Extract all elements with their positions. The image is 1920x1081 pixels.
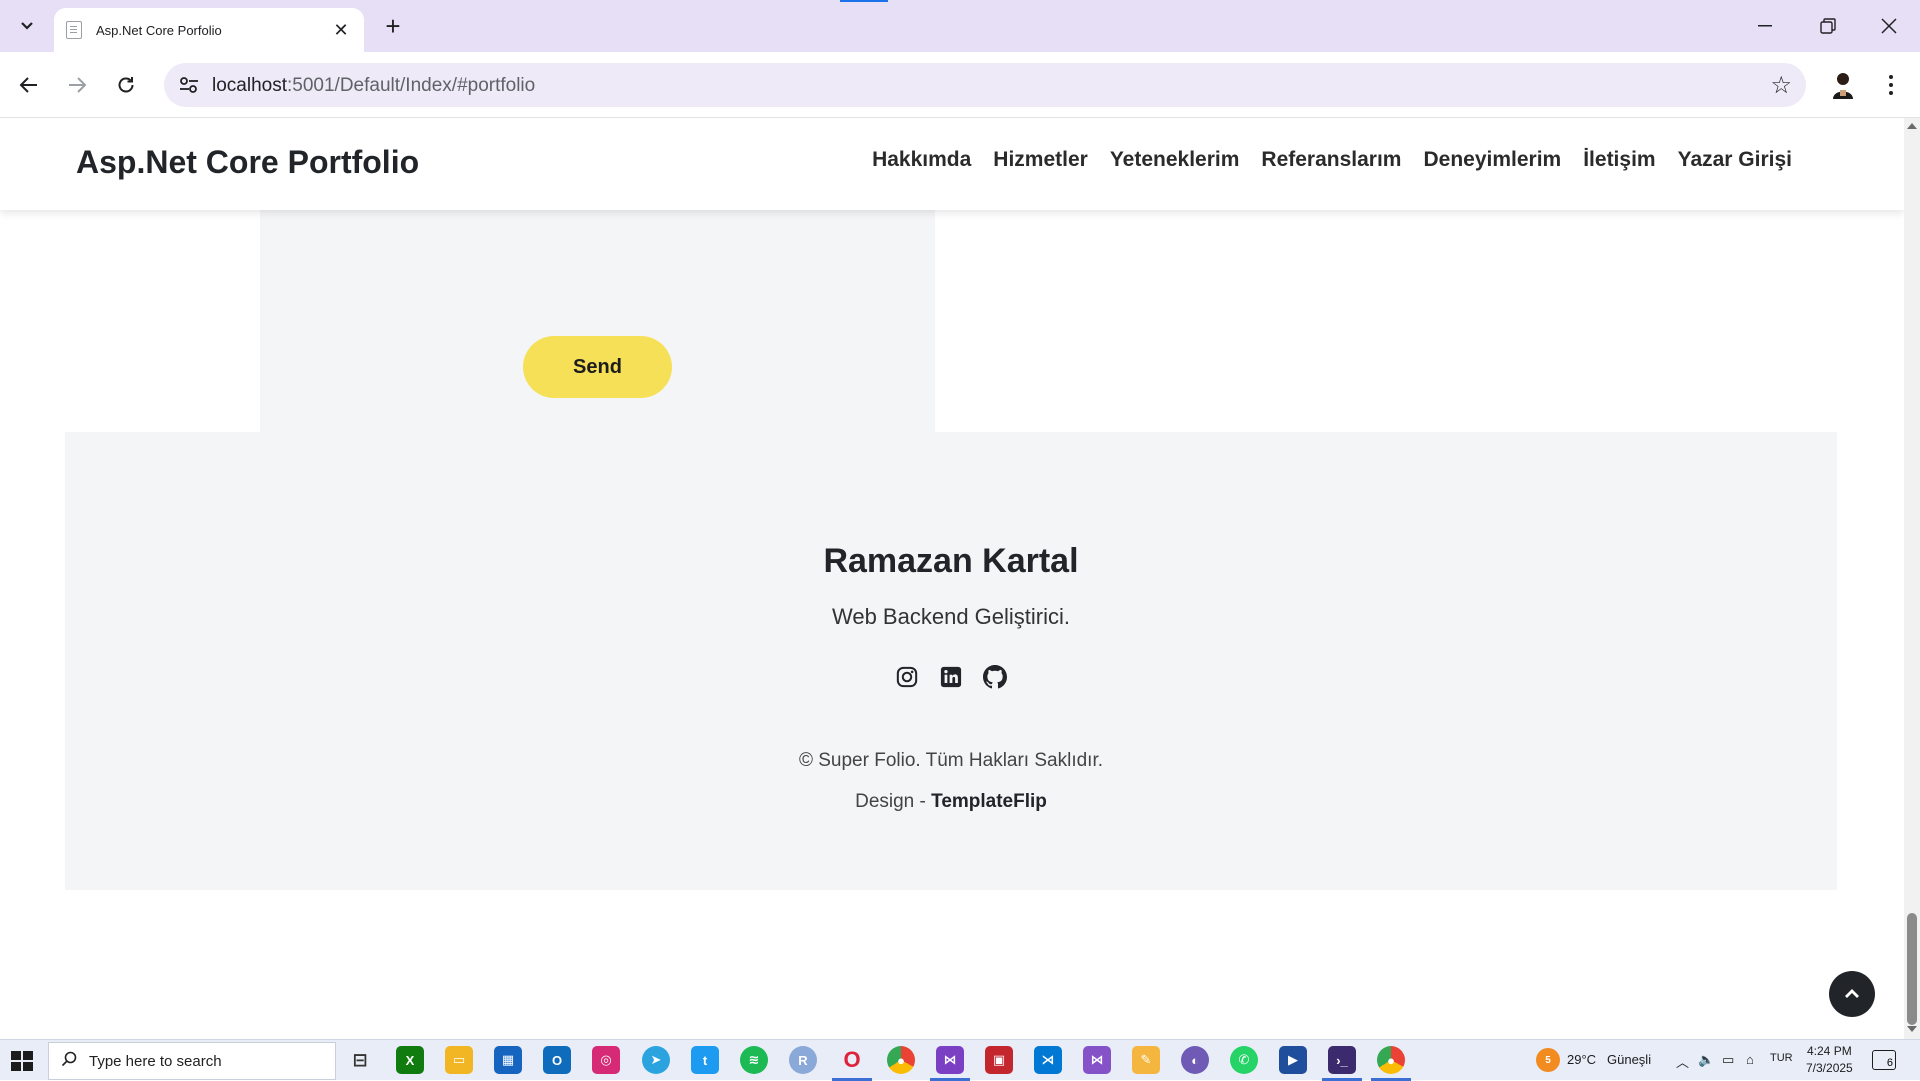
weather-temp[interactable]: 29°C [1567, 1052, 1596, 1067]
whatsapp-icon[interactable]: ✆ [1230, 1046, 1258, 1074]
tab-indicator [840, 0, 888, 2]
tab-search-button[interactable] [10, 9, 44, 43]
windows-start-icon[interactable] [8, 1048, 36, 1074]
twitter-icon[interactable]: t [691, 1046, 719, 1074]
restore-button[interactable] [1805, 8, 1851, 44]
nav-link-yazar-girisi[interactable]: Yazar Girişi [1678, 148, 1792, 172]
social-links [65, 664, 1837, 690]
vscode-icon[interactable]: ⋊ [1034, 1046, 1062, 1074]
footer-copyright: © Super Folio. Tüm Hakları Saklıdır. [798, 750, 1104, 771]
instagram-app-icon[interactable]: ◎ [592, 1046, 620, 1074]
visual-studio-2-icon[interactable]: ⋈ [1083, 1046, 1111, 1074]
footer-credit: Design - TemplateFlip [65, 791, 1837, 813]
xbox-icon[interactable]: X [396, 1046, 424, 1074]
notifications-icon[interactable]: 6 [1872, 1050, 1896, 1070]
scrollbar-thumb[interactable] [1907, 913, 1917, 1025]
profile-avatar[interactable] [1826, 68, 1860, 102]
url-path: :5001/Default/Index/#portfolio [287, 75, 536, 96]
microsoft-store-icon[interactable]: ▦ [494, 1046, 522, 1074]
nav-link-iletisim[interactable]: İletişim [1583, 148, 1655, 172]
telegram-icon[interactable]: ➤ [642, 1046, 670, 1074]
scroll-to-top-button[interactable] [1829, 971, 1875, 1017]
sql-server-icon[interactable]: ▣ [985, 1046, 1013, 1074]
search-placeholder: Type here to search [89, 1052, 222, 1070]
weather-sun-icon[interactable]: 5 [1536, 1048, 1560, 1072]
browser-tabbar: Asp.Net Core Porfolio ✕ + [0, 0, 1920, 52]
address-bar[interactable]: localhost:5001/Default/Index/#portfolio … [164, 63, 1806, 107]
nav-link-hakkimda[interactable]: Hakkımda [872, 148, 971, 172]
weather-text[interactable]: Güneşli [1607, 1052, 1651, 1067]
nav-link-yeteneklerim[interactable]: Yeteneklerim [1110, 148, 1240, 172]
chrome-icon[interactable]: ● [887, 1046, 915, 1074]
minimize-button[interactable] [1742, 8, 1788, 44]
close-tab-icon[interactable]: ✕ [330, 20, 352, 41]
weather-badge: 5 [1545, 1054, 1551, 1066]
task-view-icon[interactable]: ⊟ [346, 1046, 374, 1074]
close-window-button[interactable] [1866, 8, 1912, 44]
clock-date: 7/3/2025 [1806, 1061, 1853, 1075]
tray-chevron-up-icon[interactable]: ︿ [1676, 1052, 1689, 1071]
bookmark-star-icon[interactable]: ☆ [1770, 71, 1792, 100]
taskbar-clock[interactable]: 4:24 PM 7/3/2025 [1806, 1043, 1853, 1077]
forward-button[interactable] [60, 68, 94, 102]
site-navbar: Asp.Net Core Portfolio Hakkımda Hizmetle… [0, 118, 1904, 210]
network-icon[interactable]: ⌂ [1746, 1052, 1754, 1067]
taskbar-search[interactable]: Type here to search [48, 1042, 336, 1080]
site-footer: Ramazan Kartal Web Backend Geliştirici. … [65, 432, 1837, 890]
visual-studio-icon[interactable]: ⋈ [936, 1046, 964, 1074]
github-icon[interactable] [982, 664, 1008, 690]
footer-role: Web Backend Geliştirici. [831, 604, 1070, 629]
url-text: localhost:5001/Default/Index/#portfolio [212, 75, 535, 97]
nav-link-deneyimlerim[interactable]: Deneyimlerim [1423, 148, 1561, 172]
scroll-down-arrow-icon[interactable] [1907, 1026, 1917, 1032]
page-viewport: Asp.Net Core Portfolio Hakkımda Hizmetle… [0, 118, 1904, 1039]
new-tab-button[interactable]: + [378, 12, 408, 42]
page-favicon-icon [66, 21, 82, 39]
site-brand[interactable]: Asp.Net Core Portfolio [76, 144, 419, 181]
nav-link-referanslarim[interactable]: Referanslarım [1261, 148, 1401, 172]
browser-tab-active[interactable]: Asp.Net Core Porfolio ✕ [54, 8, 364, 52]
terminal-icon[interactable]: ›_ [1328, 1046, 1356, 1074]
file-explorer-icon[interactable]: ▭ [445, 1046, 473, 1074]
chrome-active-icon[interactable]: ● [1377, 1046, 1405, 1074]
linkedin-icon[interactable] [938, 664, 964, 690]
url-host: localhost [212, 75, 287, 96]
tab-title: Asp.Net Core Porfolio [96, 22, 222, 38]
spotify-icon[interactable]: ≋ [740, 1046, 768, 1074]
prime-video-icon[interactable]: ▶ [1279, 1046, 1307, 1074]
back-button[interactable] [12, 68, 46, 102]
outlook-icon[interactable]: O [543, 1046, 571, 1074]
nav-link-hizmetler[interactable]: Hizmetler [993, 148, 1088, 172]
volume-icon[interactable]: 🔈 [1698, 1052, 1714, 1068]
scroll-up-arrow-icon[interactable] [1907, 123, 1917, 129]
search-icon [61, 1051, 81, 1072]
browser-app-icon[interactable]: ◐ [1181, 1046, 1209, 1074]
reload-button[interactable] [109, 68, 143, 102]
instagram-icon[interactable] [894, 664, 920, 690]
browser-menu-icon[interactable] [1876, 68, 1906, 102]
contact-form-panel: Send [260, 210, 935, 442]
language-indicator[interactable]: TUR [1770, 1052, 1793, 1064]
r-app-icon[interactable]: R [789, 1046, 817, 1074]
opera-icon[interactable]: O [838, 1046, 866, 1074]
clock-time: 4:24 PM [1807, 1044, 1852, 1058]
windows-taskbar: Type here to search ⊟ X ▭ ▦ O ◎ ➤ t ≋ R … [0, 1039, 1920, 1081]
page-scrollbar[interactable] [1904, 118, 1920, 1039]
send-button[interactable]: Send [523, 336, 672, 398]
browser-toolbar: localhost:5001/Default/Index/#portfolio … [0, 52, 1920, 118]
paint-icon[interactable]: ✎ [1132, 1046, 1160, 1074]
battery-icon[interactable]: ▭ [1722, 1052, 1734, 1068]
notification-count: 6 [1886, 1057, 1893, 1069]
site-settings-icon[interactable] [174, 70, 204, 100]
templateflip-link[interactable]: TemplateFlip [931, 791, 1047, 812]
site-menu: Hakkımda Hizmetler Yeteneklerim Referans… [872, 148, 1792, 172]
footer-credit-prefix: Design - [855, 791, 932, 812]
footer-name: Ramazan Kartal [823, 542, 1079, 580]
